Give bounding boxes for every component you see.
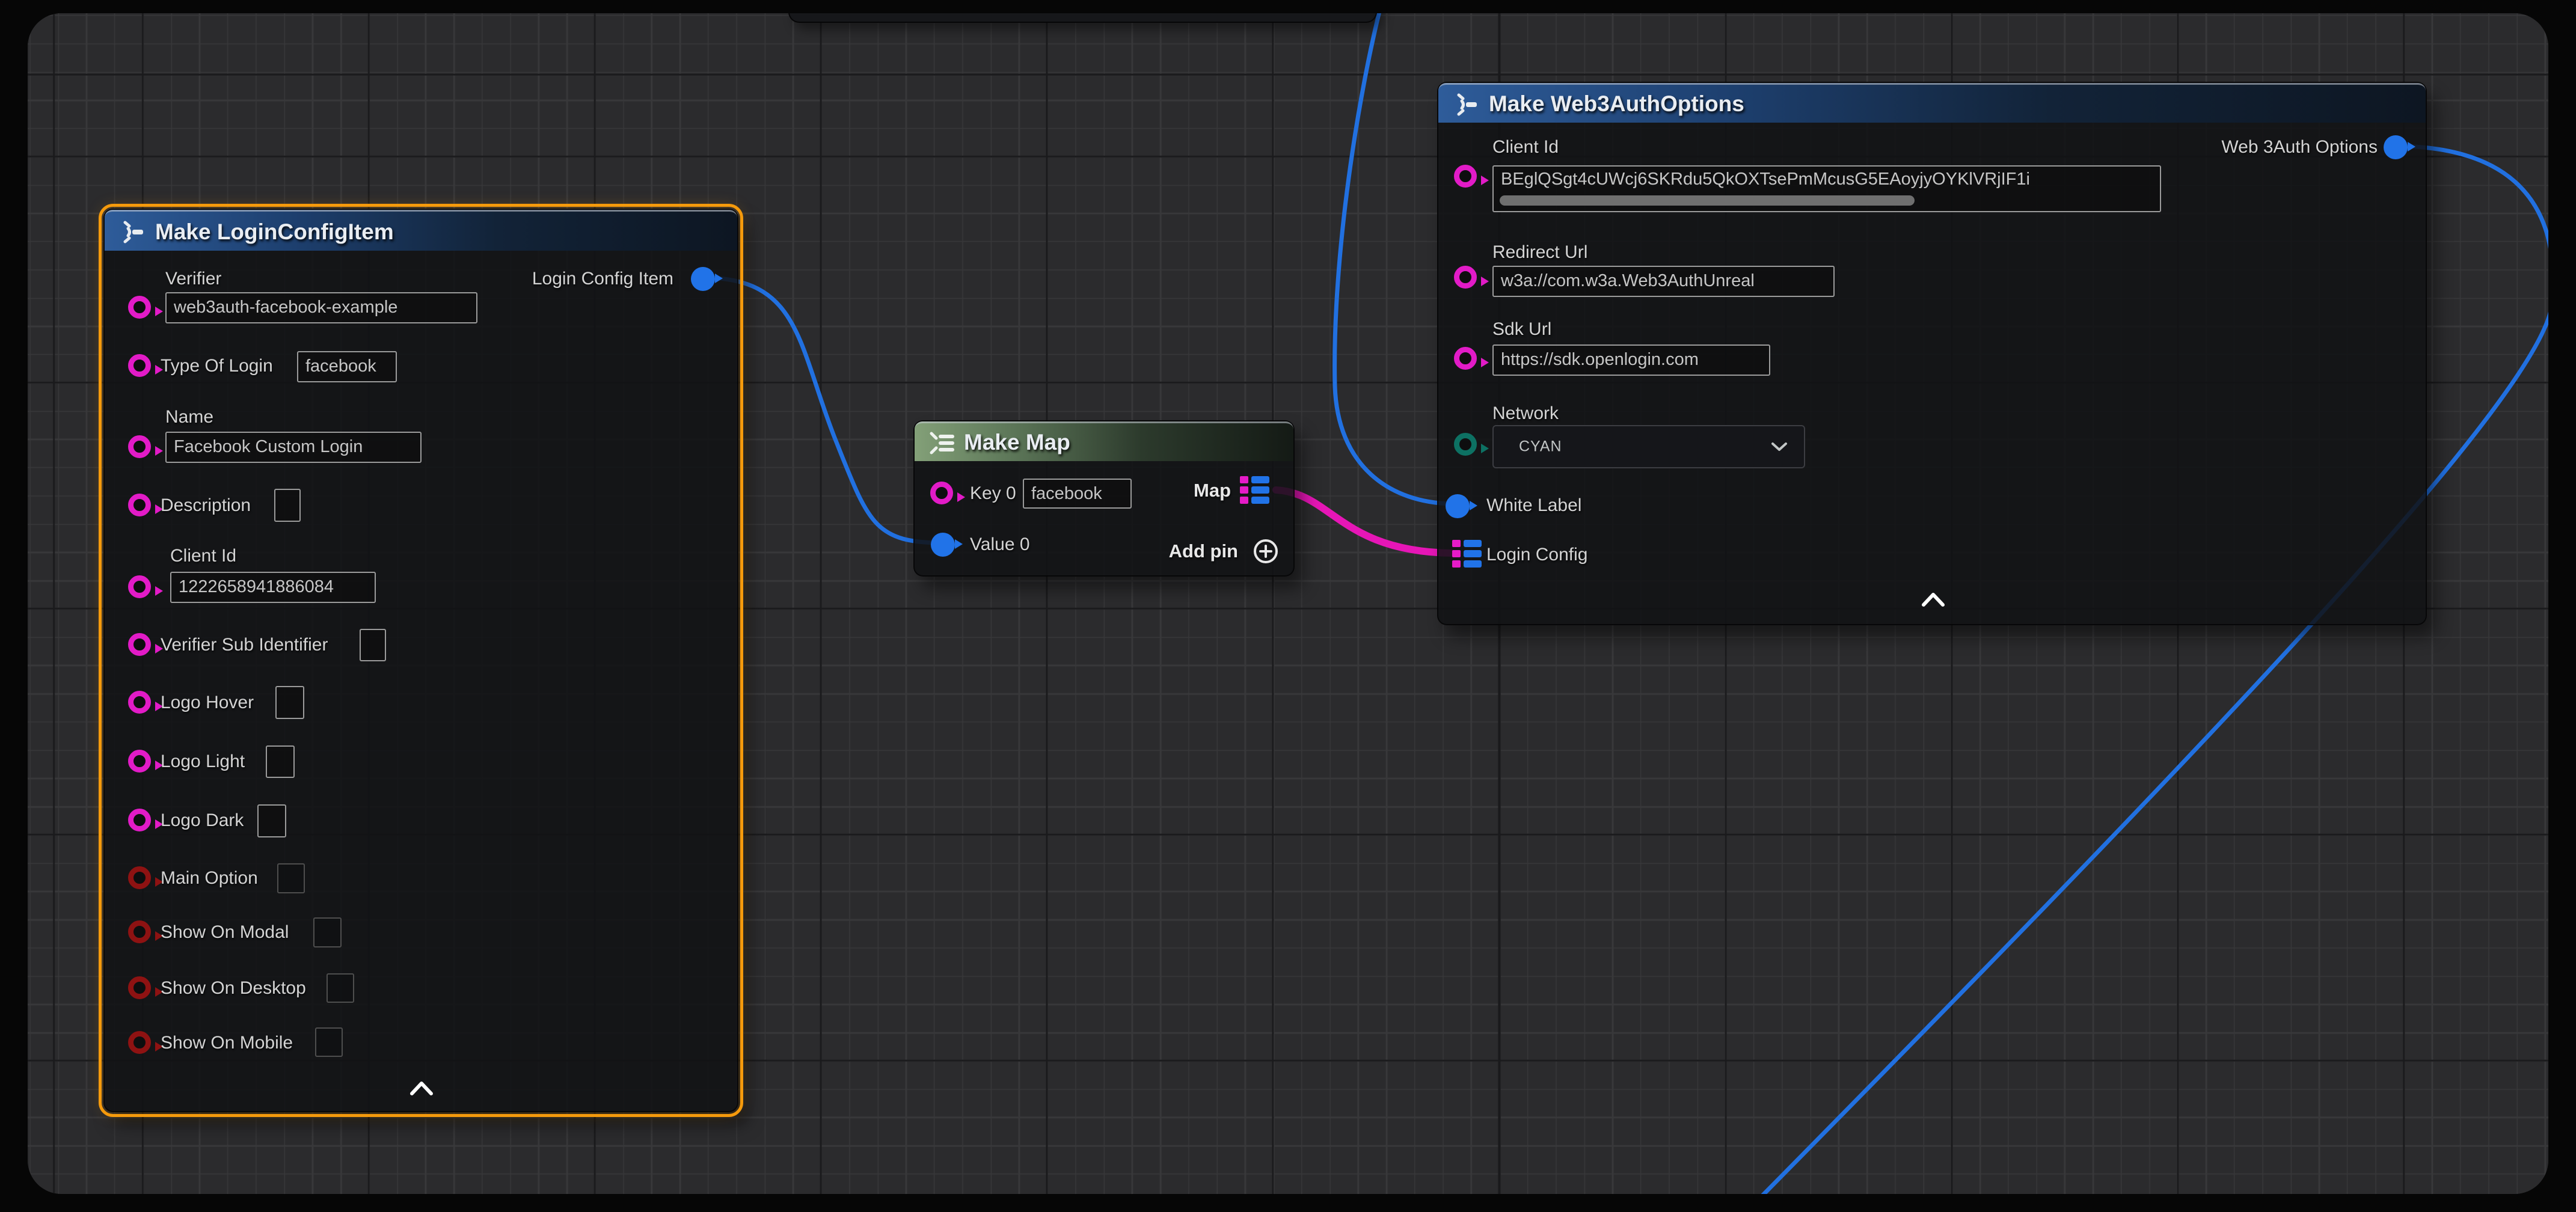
verifier-input[interactable]: web3auth-facebook-example xyxy=(165,292,477,323)
key0-input[interactable]: facebook xyxy=(1023,479,1132,509)
pin-label-logo-dark: Logo Dark xyxy=(161,809,244,832)
input-pin-white-label[interactable] xyxy=(1446,494,1470,518)
pin-label-white-label: White Label xyxy=(1486,494,1581,517)
output-pin-label: Login Config Item xyxy=(532,268,673,290)
pin-label-login-config: Login Config xyxy=(1486,543,1587,566)
input-pin-logo-dark[interactable] xyxy=(128,809,151,831)
pin-label-verifier: Verifier xyxy=(165,268,221,290)
pin-label-network: Network xyxy=(1492,402,1559,425)
pin-label-client-id: Client Id xyxy=(170,545,236,568)
input-pin-verifier[interactable] xyxy=(128,296,151,319)
node-make-loginconfigitem[interactable]: Make LoginConfigItem Login Config Item V… xyxy=(103,209,738,1112)
main-option-checkbox[interactable] xyxy=(277,863,305,893)
node-header[interactable]: Make Web3AuthOptions xyxy=(1438,83,2426,123)
pin-label-type-of-login: Type Of Login xyxy=(161,355,273,378)
network-selected-value: CYAN xyxy=(1519,438,1562,456)
blueprint-graph-viewport[interactable]: Make LoginConfigItem Login Config Item V… xyxy=(28,13,2548,1194)
input-pin-sdk-url[interactable] xyxy=(1454,347,1477,370)
name-input[interactable]: Facebook Custom Login xyxy=(165,432,422,463)
input-pin-logo-hover[interactable] xyxy=(128,691,151,714)
sdk-url-input[interactable]: https://sdk.openlogin.com xyxy=(1492,344,1770,376)
pin-label-sdk-url: Sdk Url xyxy=(1492,318,1551,341)
pin-label-main-option: Main Option xyxy=(161,867,258,890)
pin-label-show-on-mobile: Show On Mobile xyxy=(161,1032,293,1054)
collapse-node-chevron-icon[interactable] xyxy=(408,1080,435,1096)
input-pin-login-config[interactable] xyxy=(1452,540,1482,568)
pin-label-description: Description xyxy=(161,494,251,517)
show-on-desktop-checkbox[interactable] xyxy=(327,973,354,1003)
pin-label-verifier-sub-identifier: Verifier Sub Identifier xyxy=(161,634,328,656)
input-pin-network[interactable] xyxy=(1454,433,1477,456)
offscreen-node-bottom[interactable] xyxy=(788,13,1377,23)
output-pin-map[interactable] xyxy=(1240,476,1269,504)
make-struct-icon xyxy=(1454,93,1480,117)
show-on-modal-checkbox[interactable] xyxy=(313,917,342,947)
pin-label-name: Name xyxy=(165,406,213,429)
node-title: Make LoginConfigItem xyxy=(155,219,394,245)
node-make-web3authoptions[interactable]: Make Web3AuthOptions Web 3Auth Options C… xyxy=(1437,82,2427,625)
chevron-down-icon xyxy=(1770,441,1788,452)
graph-world: Make LoginConfigItem Login Config Item V… xyxy=(28,13,2548,1194)
pin-label-show-on-modal: Show On Modal xyxy=(161,921,289,944)
node-title: Make Map xyxy=(964,430,1070,455)
input-pin-key0[interactable] xyxy=(930,482,953,504)
input-pin-description[interactable] xyxy=(128,494,151,516)
client-id-text: BEglQSgt4cUWcj6SKRdu5QkOXTsePmMcusG5EAoy… xyxy=(1501,170,2030,189)
logo-light-input[interactable] xyxy=(266,745,295,778)
pin-label-value0: Value 0 xyxy=(970,533,1030,556)
input-pin-redirect-url[interactable] xyxy=(1454,266,1477,289)
pin-label-redirect-url: Redirect Url xyxy=(1492,241,1587,264)
show-on-mobile-checkbox[interactable] xyxy=(315,1027,343,1057)
input-pin-client-id[interactable] xyxy=(1454,165,1477,188)
pin-label-client-id: Client Id xyxy=(1492,136,1559,159)
client-id-input[interactable]: BEglQSgt4cUWcj6SKRdu5QkOXTsePmMcusG5EAoy… xyxy=(1492,165,2161,212)
input-pin-verifier-sub-identifier[interactable] xyxy=(128,633,151,656)
wire-loginconfigitem-to-value0[interactable] xyxy=(708,278,943,543)
node-header[interactable]: Make Map xyxy=(915,421,1293,461)
input-pin-show-on-desktop[interactable] xyxy=(128,976,151,999)
logo-hover-input[interactable] xyxy=(275,686,304,719)
input-pin-show-on-modal[interactable] xyxy=(128,920,151,943)
pin-label-show-on-desktop: Show On Desktop xyxy=(161,977,306,1000)
input-pin-show-on-mobile[interactable] xyxy=(128,1031,151,1054)
add-pin-icon[interactable] xyxy=(1253,538,1279,565)
input-pin-type-of-login[interactable] xyxy=(128,354,151,377)
verifier-sub-identifier-input[interactable] xyxy=(360,629,386,661)
output-pin-label-map: Map xyxy=(1194,480,1231,501)
node-header[interactable]: Make LoginConfigItem xyxy=(105,210,737,251)
make-map-icon xyxy=(928,431,958,455)
redirect-url-input[interactable]: w3a://com.w3a.Web3AuthUnreal xyxy=(1492,266,1835,297)
input-pin-logo-light[interactable] xyxy=(128,750,151,773)
input-pin-client-id[interactable] xyxy=(128,575,151,598)
pin-label-logo-hover: Logo Hover xyxy=(161,691,254,714)
type-of-login-input[interactable]: facebook xyxy=(297,351,397,382)
node-title: Make Web3AuthOptions xyxy=(1489,91,1744,117)
logo-dark-input[interactable] xyxy=(257,804,286,837)
input-pin-value0[interactable] xyxy=(931,533,955,557)
pin-label-logo-light: Logo Light xyxy=(161,750,245,773)
client-id-input[interactable]: 1222658941886084 xyxy=(170,572,376,603)
network-dropdown[interactable]: CYAN xyxy=(1492,425,1805,468)
node-make-map[interactable]: Make Map Key 0 facebook Map Value 0 Add … xyxy=(913,420,1295,577)
output-pin-web3auth-options[interactable] xyxy=(2384,135,2408,159)
add-pin-label: Add pin xyxy=(1169,540,1238,562)
client-id-scrollbar[interactable] xyxy=(1500,195,1915,206)
input-pin-main-option[interactable] xyxy=(128,866,151,889)
description-input[interactable] xyxy=(274,489,301,522)
output-pin-label: Web 3Auth Options xyxy=(2221,136,2378,159)
collapse-node-chevron-icon[interactable] xyxy=(1920,592,1946,607)
pin-label-key0: Key 0 xyxy=(970,482,1016,505)
output-pin-login-config-item[interactable] xyxy=(691,267,715,291)
input-pin-name[interactable] xyxy=(128,435,151,458)
make-struct-icon xyxy=(120,220,147,244)
